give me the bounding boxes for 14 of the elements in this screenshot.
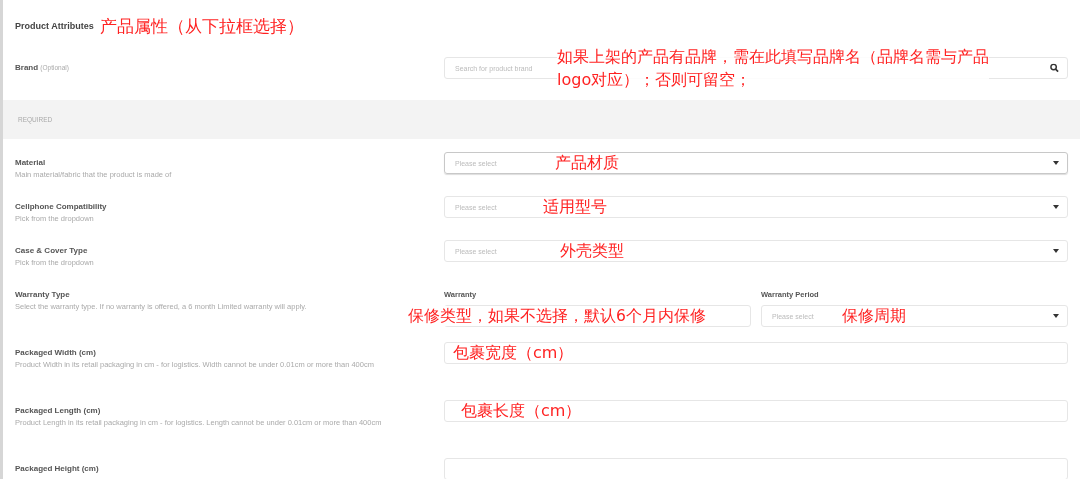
- field-label: Material: [15, 157, 47, 168]
- field-label: Cellphone Compatibility: [15, 201, 108, 212]
- annotation-tooltip: 如果上架的产品有品牌，需在此填写品牌名（品牌名需与产品 logo对应）；否则可留空；: [557, 45, 989, 91]
- field-label: Packaged Width (cm): [15, 347, 97, 358]
- annotation: 外壳类型: [560, 241, 624, 261]
- annotation: 产品材质: [555, 153, 619, 173]
- field-label: Warranty Type: [15, 289, 71, 300]
- section-title: Product Attributes: [15, 21, 94, 31]
- annotation: 保修周期: [842, 306, 906, 326]
- annotation: 适用型号: [543, 197, 607, 217]
- annotation-tooltip: 保修类型，如果不选择，默认6个月内保修: [408, 306, 706, 326]
- field-label: Case & Cover Type: [15, 245, 89, 256]
- field-label: Packaged Length (cm): [15, 405, 102, 416]
- field-label: Packaged Height (cm): [15, 463, 100, 474]
